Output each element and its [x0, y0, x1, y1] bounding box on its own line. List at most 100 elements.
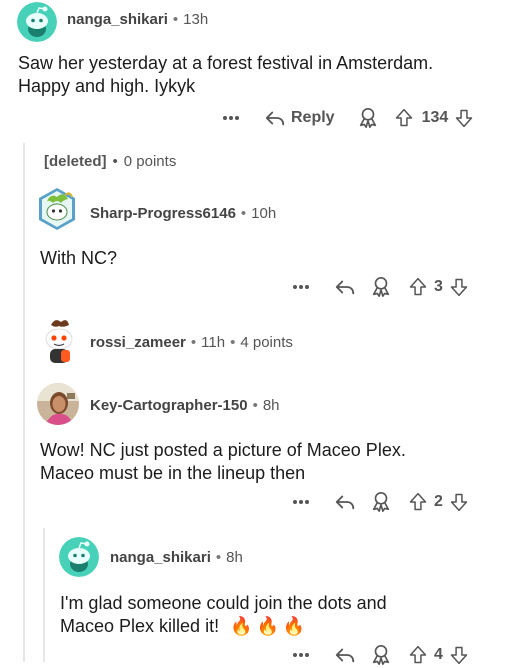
upvote-arrow-icon	[408, 492, 428, 512]
snoo-avatar-icon	[45, 320, 73, 363]
award-button[interactable]	[370, 644, 392, 666]
more-options-button[interactable]	[222, 115, 242, 121]
reply-arrow-icon	[264, 107, 286, 129]
comment-line: Saw her yesterday at a forest festival i…	[18, 53, 434, 73]
avatar[interactable]	[17, 2, 57, 42]
downvote-button[interactable]	[449, 492, 469, 512]
reply-button[interactable]: Reply	[264, 107, 335, 129]
thread-line[interactable]	[43, 528, 45, 662]
reply-arrow-icon	[334, 491, 356, 513]
separator-dot: •	[252, 397, 258, 414]
comment-actions: 3	[292, 274, 469, 300]
points: 0 points	[123, 153, 177, 170]
avatar[interactable]	[59, 537, 99, 577]
fire-emoji: 🔥🔥🔥	[230, 616, 310, 636]
award-icon	[370, 644, 392, 666]
username[interactable]: nanga_shikari	[67, 11, 168, 28]
reply-button[interactable]	[334, 644, 356, 666]
upvote-button[interactable]	[408, 492, 428, 512]
upvote-arrow-icon	[408, 645, 428, 665]
vote-count: 2	[434, 493, 443, 510]
reply-button[interactable]	[334, 491, 356, 513]
comment-meta: nanga_shikari • 13h	[67, 11, 208, 28]
vote-count: 134	[421, 109, 449, 126]
more-options-button[interactable]	[292, 652, 312, 658]
downvote-button[interactable]	[449, 277, 469, 297]
downvote-arrow-icon	[449, 277, 469, 297]
profile-photo-avatar	[37, 383, 79, 425]
downvote-button[interactable]	[449, 645, 469, 665]
separator-dot: •	[230, 334, 236, 351]
separator-dot: •	[215, 549, 222, 566]
comment-line: Wow! NC just posted a picture of Maceo P…	[40, 440, 406, 460]
comment-line: I'm glad someone could join the dots and	[60, 593, 387, 613]
comment-line: With NC?	[40, 248, 118, 268]
comment-meta: nanga_shikari • 8h	[110, 549, 243, 566]
vote-count: 3	[434, 278, 443, 295]
comment-meta[interactable]: rossi_zameer • 11h • 4 points	[90, 334, 293, 351]
timestamp: 10h	[251, 205, 277, 222]
downvote-arrow-icon	[449, 645, 469, 665]
separator-dot: •	[112, 153, 118, 170]
reply-arrow-icon	[334, 644, 356, 666]
award-icon	[370, 276, 392, 298]
separator-dot: •	[190, 334, 197, 351]
upvote-button[interactable]	[408, 277, 428, 297]
timestamp: 11h	[201, 334, 226, 351]
reply-button[interactable]	[334, 276, 356, 298]
upvote-arrow-icon	[408, 277, 428, 297]
separator-dot: •	[240, 205, 247, 222]
collapsed-comment[interactable]: [deleted] • 0 points	[44, 153, 176, 170]
comment-actions: 2	[292, 489, 469, 515]
award-icon	[357, 107, 379, 129]
username: [deleted]	[44, 153, 107, 170]
comment-actions: 4	[292, 642, 469, 668]
comment-meta: Sharp-Progress6146 • 10h	[90, 205, 276, 222]
downvote-button[interactable]	[454, 108, 474, 128]
comment-body: Wow! NC just posted a picture of Maceo P…	[40, 439, 500, 485]
username[interactable]: Sharp-Progress6146	[90, 205, 236, 222]
username[interactable]: nanga_shikari	[110, 549, 211, 566]
vote-count: 4	[434, 646, 443, 663]
snoo-avatar-icon	[59, 537, 99, 577]
comment-line: Maceo Plex killed it! 🔥🔥🔥	[60, 615, 500, 638]
more-dots-icon	[293, 500, 309, 504]
username[interactable]: rossi_zameer	[90, 334, 186, 351]
timestamp: 13h	[183, 11, 209, 28]
more-dots-icon	[293, 653, 309, 657]
comment-text: Maceo Plex killed it!	[60, 616, 220, 636]
avatar[interactable]	[37, 317, 81, 365]
snoo-avatar-icon	[17, 2, 57, 42]
comment-line: Happy and high. Iykyk	[18, 76, 196, 96]
more-dots-icon	[223, 116, 239, 120]
award-icon	[370, 491, 392, 513]
comment-meta: Key-Cartographer-150 • 8h	[90, 397, 280, 414]
downvote-arrow-icon	[454, 108, 474, 128]
award-button[interactable]	[357, 107, 379, 129]
points: 4 points	[240, 334, 293, 351]
reply-label: Reply	[291, 109, 335, 126]
comment-actions: Reply 134	[222, 105, 474, 131]
award-button[interactable]	[370, 491, 392, 513]
timestamp: 8h	[262, 397, 280, 414]
comment-body: With NC?	[40, 247, 480, 270]
comment-line: Maceo must be in the lineup then	[40, 463, 306, 483]
avatar[interactable]	[37, 187, 77, 231]
award-button[interactable]	[370, 276, 392, 298]
thread-line[interactable]	[23, 143, 25, 662]
timestamp: 8h	[226, 549, 243, 566]
more-dots-icon	[293, 285, 309, 289]
comment-body: I'm glad someone could join the dots and…	[60, 592, 500, 638]
username[interactable]: Key-Cartographer-150	[90, 397, 248, 414]
reply-arrow-icon	[334, 276, 356, 298]
comment-body: Saw her yesterday at a forest festival i…	[18, 52, 498, 98]
upvote-button[interactable]	[394, 108, 414, 128]
upvote-arrow-icon	[394, 108, 414, 128]
more-options-button[interactable]	[292, 499, 312, 505]
more-options-button[interactable]	[292, 284, 312, 290]
avatar[interactable]	[37, 383, 79, 425]
separator-dot: •	[172, 11, 179, 28]
downvote-arrow-icon	[449, 492, 469, 512]
upvote-button[interactable]	[408, 645, 428, 665]
hexagon-avatar-icon	[39, 188, 75, 230]
